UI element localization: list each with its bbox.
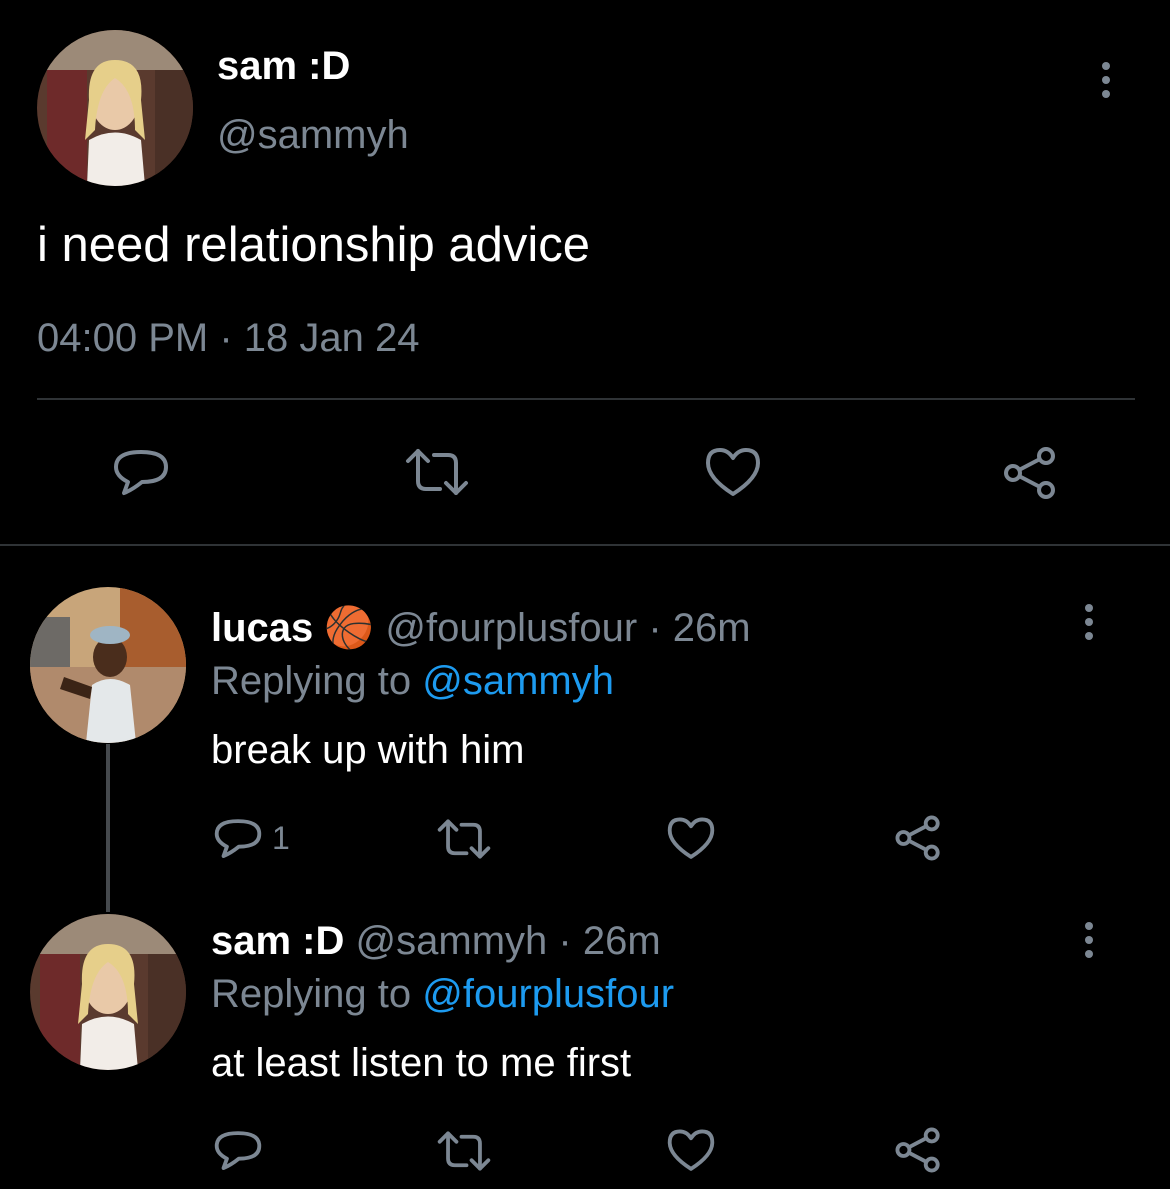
divider <box>37 398 1135 400</box>
tweet-text: i need relationship advice <box>37 218 590 272</box>
retweet-icon[interactable] <box>436 1130 492 1172</box>
reply-author-handle[interactable]: @sammyh <box>356 919 548 963</box>
replying-to-line: Replying to @fourplusfour <box>211 972 674 1017</box>
more-icon[interactable] <box>1085 922 1093 958</box>
reply-text: at least listen to me first <box>211 1041 632 1085</box>
replying-to-label: Replying to <box>211 659 412 703</box>
more-icon[interactable] <box>1102 62 1110 98</box>
thread-line <box>106 744 110 912</box>
reply-header: sam :D @sammyh · 26m <box>211 919 661 964</box>
replying-to-label: Replying to <box>211 972 412 1016</box>
reply-author-name[interactable]: sam :D <box>211 919 344 963</box>
share-icon[interactable] <box>892 1126 944 1174</box>
author-handle[interactable]: @sammyh <box>217 113 409 158</box>
basketball-emoji: 🏀 <box>324 606 375 650</box>
share-icon[interactable] <box>892 814 944 862</box>
like-icon[interactable] <box>666 1128 716 1174</box>
reply-icon[interactable] <box>213 1128 263 1174</box>
reply-header: lucas 🏀 @fourplusfour · 26m <box>211 604 751 651</box>
author-avatar[interactable] <box>37 30 193 186</box>
replying-to-link[interactable]: @fourplusfour <box>422 972 674 1016</box>
replying-to-line: Replying to @sammyh <box>211 659 614 704</box>
reply-author-name[interactable]: lucas <box>211 606 313 650</box>
share-icon[interactable] <box>1000 445 1060 501</box>
section-divider <box>0 544 1170 546</box>
like-icon[interactable] <box>666 816 716 862</box>
tweet-timestamp: 04:00 PM · 18 Jan 24 <box>37 316 420 360</box>
reply-age: · 26m <box>648 606 751 650</box>
more-icon[interactable] <box>1085 604 1093 640</box>
reply-age: · 26m <box>558 919 661 963</box>
reply-text: break up with him <box>211 728 525 772</box>
retweet-icon[interactable] <box>404 447 470 497</box>
reply-count: 1 <box>272 820 290 856</box>
author-name[interactable]: sam :D <box>217 44 350 89</box>
reply-icon[interactable] <box>213 816 263 862</box>
reply-avatar[interactable] <box>30 587 186 743</box>
reply-avatar[interactable] <box>30 914 186 1070</box>
reply-author-handle[interactable]: @fourplusfour <box>385 606 637 650</box>
reply-icon[interactable] <box>112 446 170 500</box>
replying-to-link[interactable]: @sammyh <box>422 659 614 703</box>
like-icon[interactable] <box>704 446 762 500</box>
retweet-icon[interactable] <box>436 818 492 860</box>
